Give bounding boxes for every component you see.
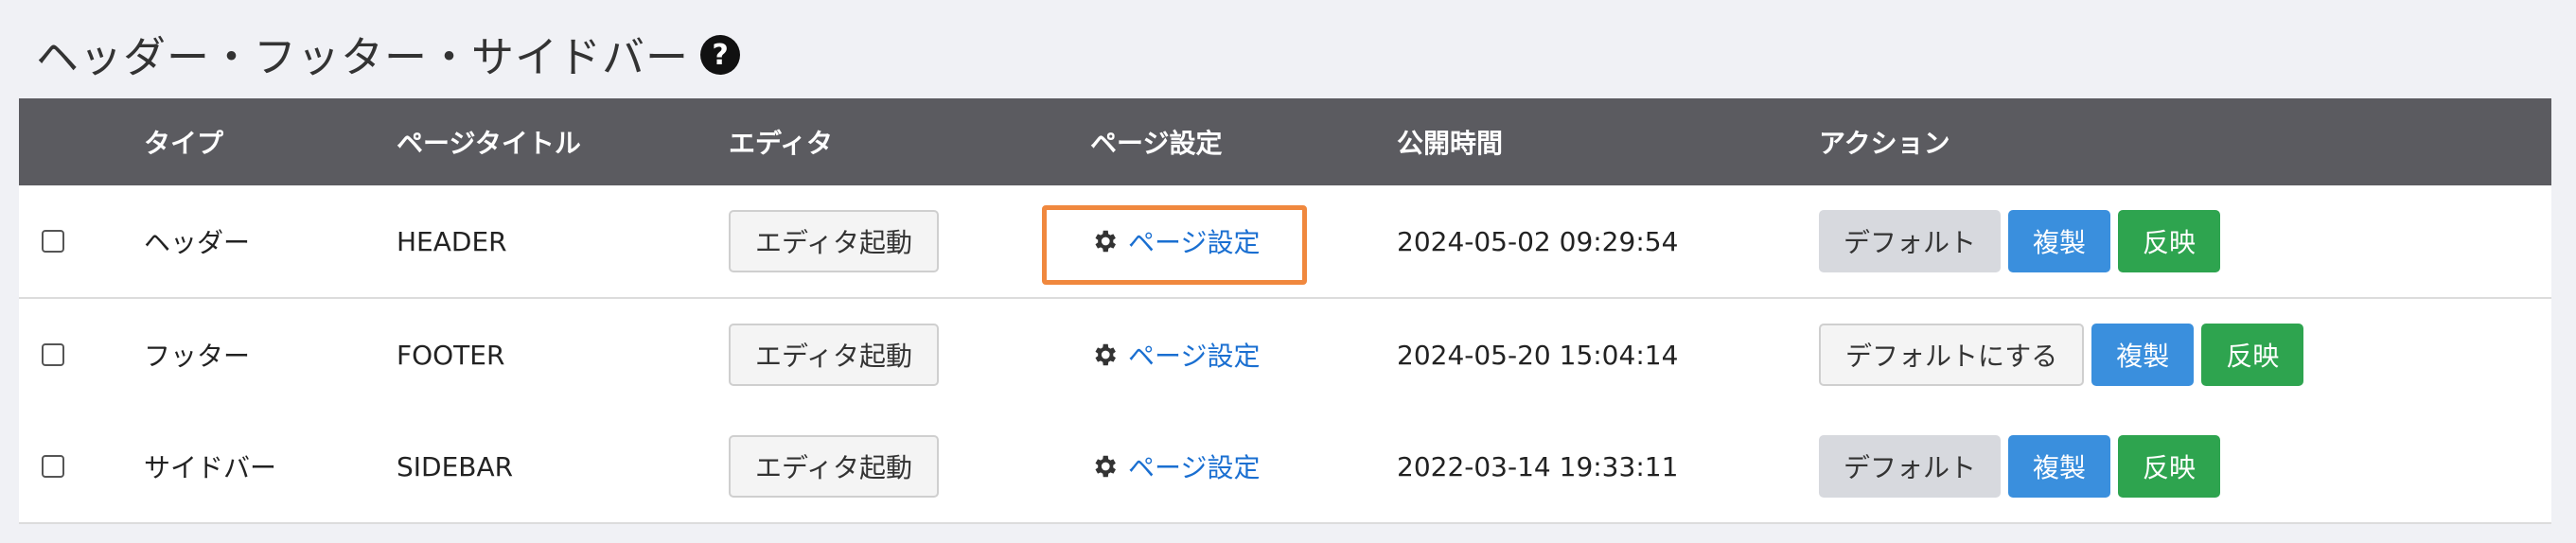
row-published-time: 2024-05-20 15:04:14: [1397, 339, 1679, 371]
row-page-title: SIDEBAR: [397, 450, 514, 482]
gear-icon: [1095, 455, 1116, 478]
make-default-button[interactable]: デフォルトにする: [1819, 324, 2085, 386]
launch-editor-button[interactable]: エディタ起動: [729, 210, 940, 272]
highlight-box: [1042, 205, 1307, 285]
row-page-title: FOOTER: [397, 339, 505, 371]
page-settings-label: ページ設定: [1128, 452, 1261, 483]
apply-button[interactable]: 反映: [2118, 210, 2221, 272]
row-checkbox[interactable]: [42, 455, 64, 478]
table-header: タイプ ページタイトル エディタ ページ設定 公開時間 アクション: [19, 98, 2551, 185]
row-type: ヘッダー: [144, 227, 251, 258]
launch-editor-button[interactable]: エディタ起動: [729, 324, 940, 386]
page-settings-link[interactable]: ページ設定: [1090, 447, 1260, 485]
table-row: フッター FOOTER エディタ起動 ページ設定 2024-05-20 15:0…: [19, 299, 2551, 412]
row-published-time: 2024-05-02 09:29:54: [1397, 225, 1679, 257]
apply-button[interactable]: 反映: [2201, 324, 2304, 386]
copy-button[interactable]: 複製: [2008, 435, 2111, 498]
row-published-time: 2022-03-14 19:33:11: [1397, 450, 1679, 482]
row-page-title: HEADER: [397, 225, 507, 257]
column-header-type: タイプ: [144, 128, 224, 159]
column-header-published: 公開時間: [1397, 128, 1504, 159]
row-type: サイドバー: [144, 452, 277, 483]
page-settings-link[interactable]: ページ設定: [1090, 336, 1260, 374]
default-button[interactable]: デフォルト: [1819, 210, 2002, 272]
layout-table: タイプ ページタイトル エディタ ページ設定 公開時間 アクション ヘッダー H…: [19, 98, 2551, 524]
gear-icon: [1095, 343, 1116, 366]
default-button[interactable]: デフォルト: [1819, 435, 2002, 498]
apply-button[interactable]: 反映: [2118, 435, 2221, 498]
page-header: ヘッダー・フッター・サイドバー ?: [36, 19, 741, 87]
row-checkbox[interactable]: [42, 343, 64, 366]
column-header-page-title: ページタイトル: [397, 128, 581, 159]
column-header-page-settings: ページ設定: [1090, 128, 1223, 159]
copy-button[interactable]: 複製: [2008, 210, 2111, 272]
page-settings-label: ページ設定: [1128, 341, 1261, 372]
page-title: ヘッダー・フッター・サイドバー: [36, 31, 690, 82]
help-icon[interactable]: ?: [700, 35, 741, 75]
row-type: フッター: [144, 341, 251, 372]
launch-editor-button[interactable]: エディタ起動: [729, 435, 940, 498]
row-checkbox[interactable]: [42, 230, 64, 253]
copy-button[interactable]: 複製: [2091, 324, 2195, 386]
column-header-actions: アクション: [1819, 128, 1950, 159]
table-row: サイドバー SIDEBAR エディタ起動 ページ設定 2022-03-14 19…: [19, 411, 2551, 524]
column-header-editor: エディタ: [729, 128, 834, 159]
